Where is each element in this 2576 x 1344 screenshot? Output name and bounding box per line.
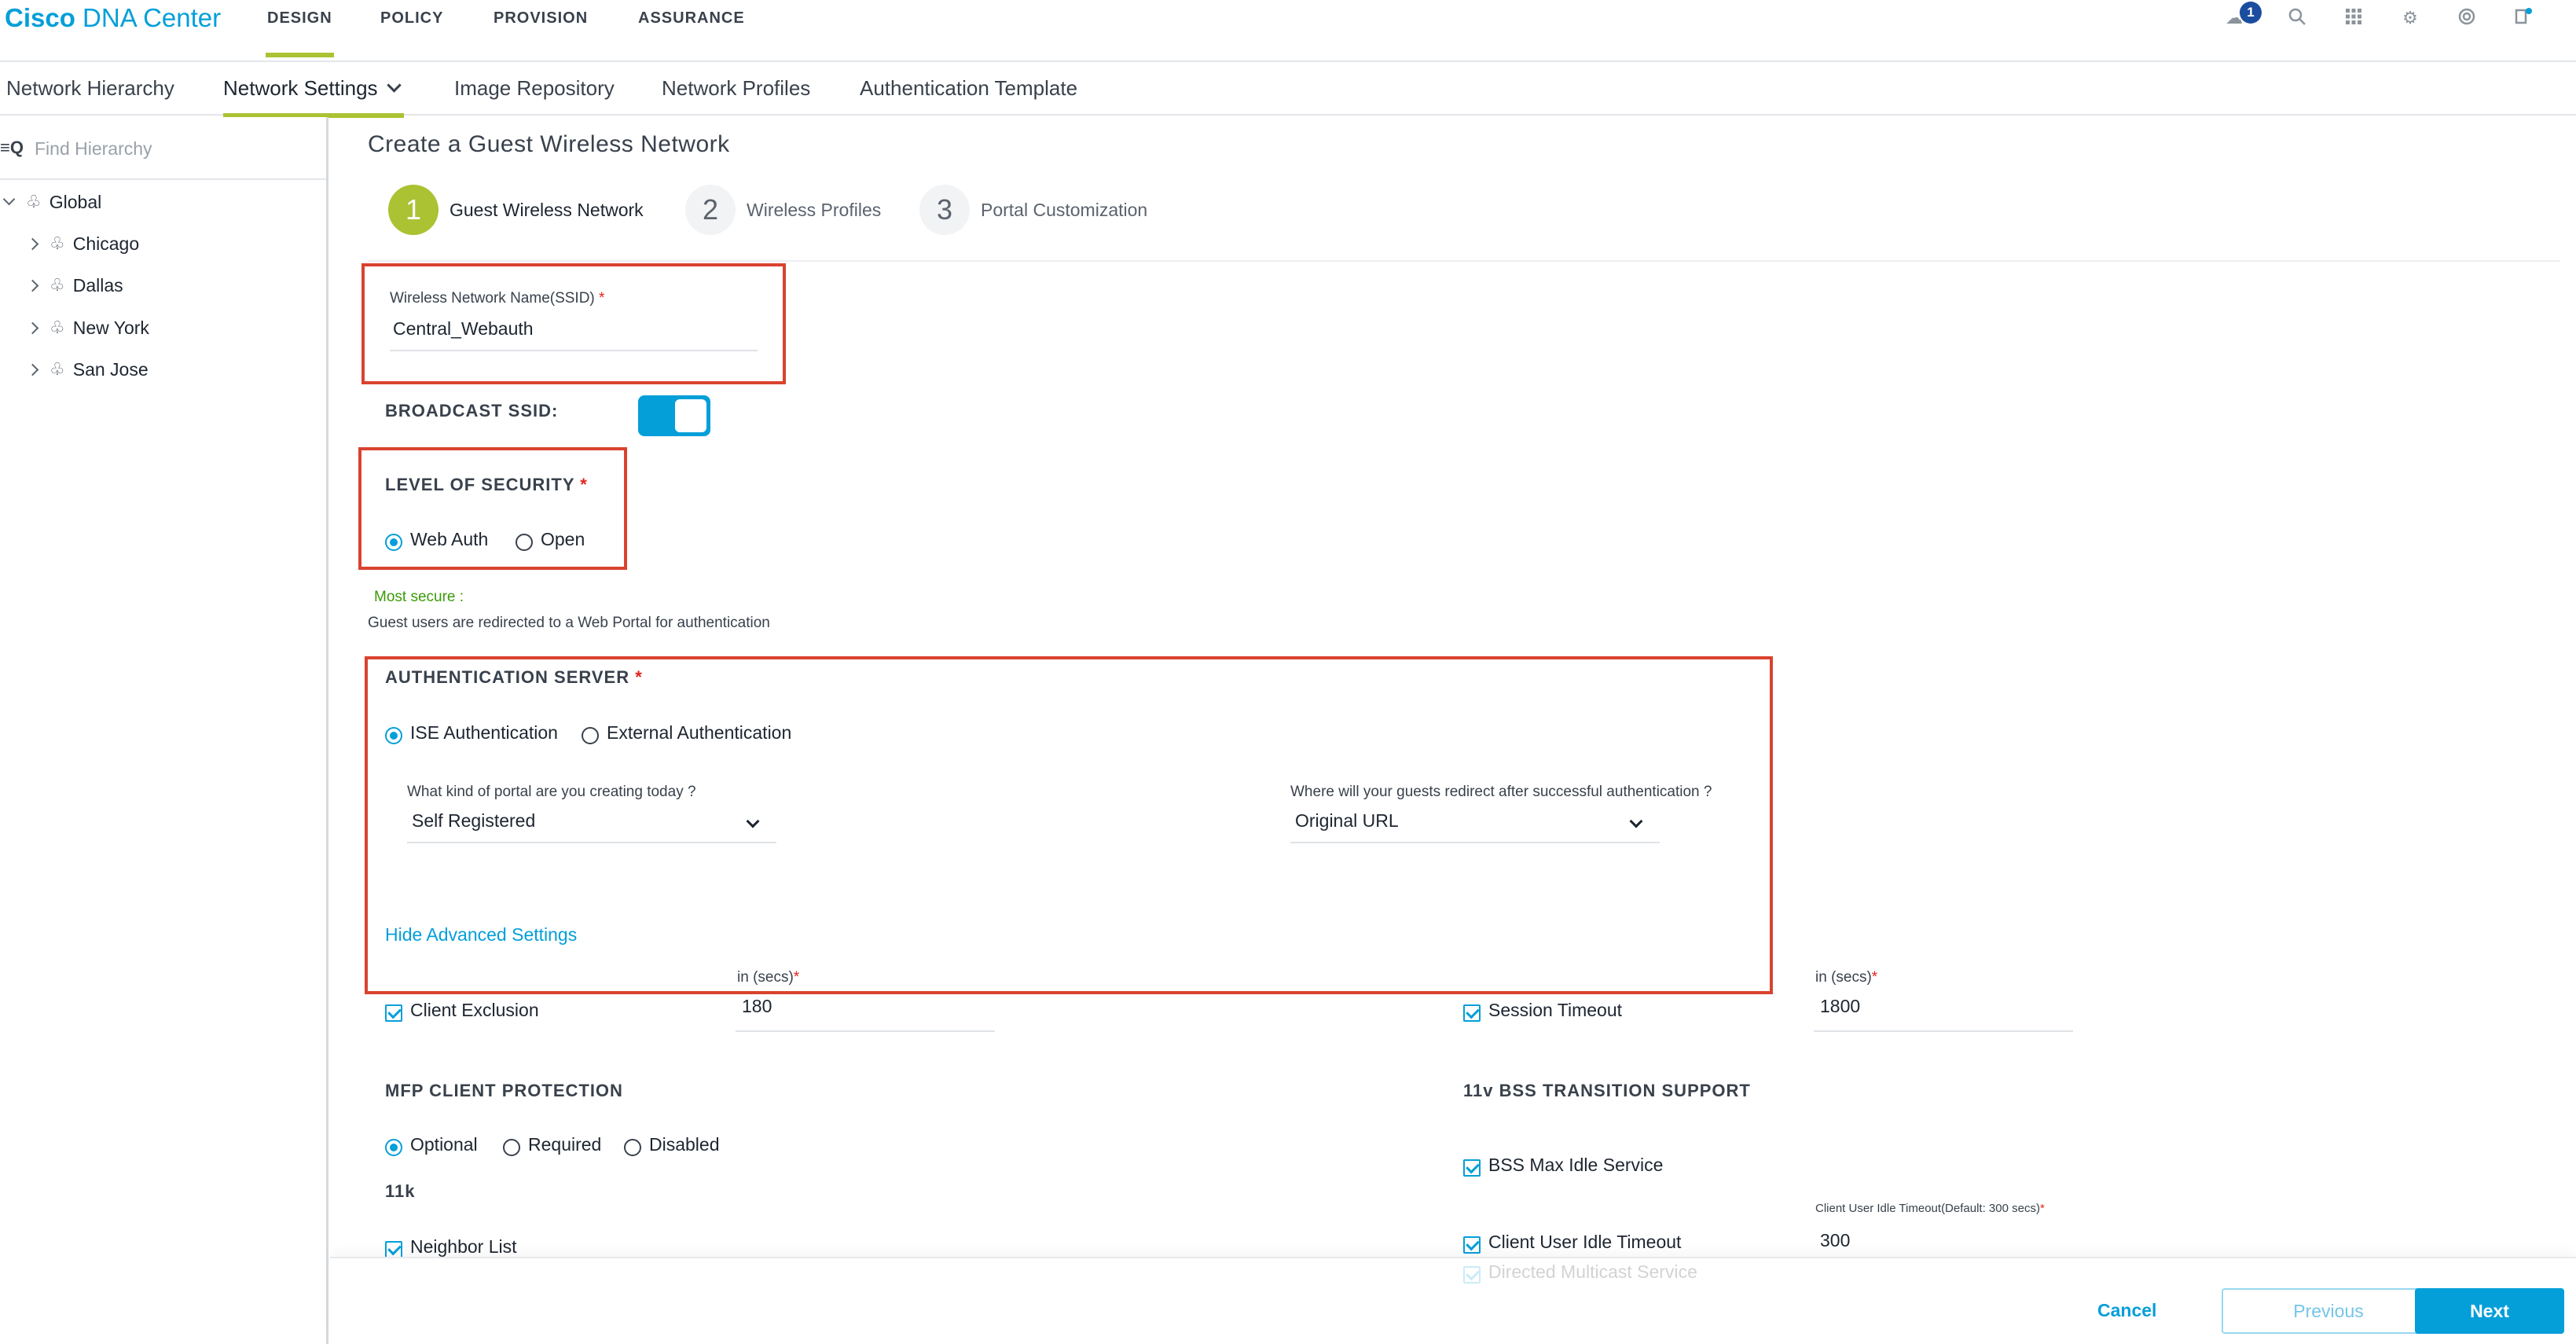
client-exclusion-underline <box>736 1030 995 1032</box>
search-icon[interactable] <box>2287 8 2307 28</box>
auth-server-heading: AUTHENTICATION SERVER * <box>385 667 643 687</box>
top-navigation: Cisco DNA Center DESIGN POLICY PROVISION… <box>0 0 2576 62</box>
ssid-underline <box>390 350 758 351</box>
tree-node-chicago[interactable]: ♧ Chicago <box>0 224 326 263</box>
broadcast-ssid-label: BROADCAST SSID: <box>385 401 559 420</box>
search-filter-icon: ≡Q <box>0 138 24 157</box>
design-subnav: Network Hierarchy Network Settings Image… <box>0 64 2576 118</box>
site-icon: ♧ <box>50 359 65 379</box>
security-heading: LEVEL OF SECURITY * <box>385 475 588 494</box>
find-hierarchy-input[interactable] <box>35 134 302 163</box>
help-lifebuoy-icon[interactable] <box>2457 8 2477 28</box>
previous-button[interactable]: Previous <box>2222 1288 2435 1334</box>
nav-provision[interactable]: PROVISION <box>494 9 588 28</box>
brand-logo[interactable]: Cisco DNA Center <box>5 3 221 33</box>
step-1[interactable]: 1 Guest Wireless Network <box>388 185 644 235</box>
required-marker: * <box>599 290 605 307</box>
ssid-label: Wireless Network Name(SSID) * <box>390 290 605 307</box>
chevron-right-icon[interactable] <box>26 237 39 250</box>
security-note-text: Guest users are redirected to a Web Port… <box>368 615 770 631</box>
tree-node-san-jose[interactable]: ♧ San Jose <box>0 350 326 389</box>
hide-advanced-settings-link[interactable]: Hide Advanced Settings <box>385 924 577 946</box>
client-exclusion-unit: in (secs)* <box>737 969 800 986</box>
site-icon: ♧ <box>26 192 42 211</box>
client-user-idle-checkbox[interactable]: Client User Idle Timeout <box>1463 1232 1681 1254</box>
main-content: Create a Guest Wireless Network 1 Guest … <box>330 117 2576 1257</box>
radio-mfp-required[interactable]: Required <box>503 1134 601 1156</box>
client-user-idle-input[interactable]: 300 <box>1820 1230 1850 1251</box>
nav-design[interactable]: DESIGN <box>266 9 334 57</box>
tab-image-repository[interactable]: Image Repository <box>454 76 615 101</box>
neighbor-list-checkbox[interactable]: Neighbor List <box>385 1236 517 1257</box>
broadcast-ssid-toggle[interactable] <box>638 395 710 436</box>
security-note-title: Most secure : <box>374 589 464 605</box>
toggle-knob <box>675 399 706 432</box>
session-timeout-checkbox[interactable]: Session Timeout <box>1463 1000 1622 1022</box>
radio-mfp-optional[interactable]: Optional <box>385 1134 478 1156</box>
nav-policy[interactable]: POLICY <box>380 9 443 28</box>
tree-node-global[interactable]: ♧ Global <box>0 182 326 222</box>
directed-multicast-checkbox[interactable]: Directed Multicast Service <box>1463 1261 1697 1283</box>
step-2[interactable]: 2 Wireless Profiles <box>685 185 881 235</box>
mfp-heading: MFP CLIENT PROTECTION <box>385 1081 623 1100</box>
tree-node-dallas[interactable]: ♧ Dallas <box>0 266 326 305</box>
bss-heading: 11v BSS TRANSITION SUPPORT <box>1463 1081 1751 1100</box>
cancel-button[interactable]: Cancel <box>2097 1300 2156 1321</box>
session-timeout-input[interactable]: 1800 <box>1820 996 1860 1017</box>
hierarchy-sidebar: ≡Q ♧ Global ♧ Chicago ♧ Dallas ♧ New Yor… <box>0 117 328 1344</box>
security-highlight-box <box>358 447 627 570</box>
site-icon: ♧ <box>50 318 65 337</box>
portal-type-label: What kind of portal are you creating tod… <box>407 784 696 800</box>
step-3[interactable]: 3 Portal Customization <box>919 185 1147 235</box>
site-icon: ♧ <box>50 233 65 253</box>
notification-badge: 1 <box>2240 2 2262 24</box>
tab-network-profiles[interactable]: Network Profiles <box>662 76 810 101</box>
hierarchy-search: ≡Q <box>0 117 326 180</box>
tab-network-settings[interactable]: Network Settings <box>223 76 404 118</box>
radio-open[interactable]: Open <box>516 529 585 551</box>
portal-type-underline <box>407 842 776 843</box>
bss-max-idle-checkbox[interactable]: BSS Max Idle Service <box>1463 1155 1663 1177</box>
chevron-down-icon[interactable] <box>2 193 16 205</box>
app-grid-icon[interactable] <box>2343 8 2364 28</box>
next-button[interactable]: Next <box>2415 1288 2564 1334</box>
tab-network-hierarchy[interactable]: Network Hierarchy <box>6 76 174 101</box>
client-user-idle-unit: Client User Idle Timeout(Default: 300 se… <box>1815 1202 2045 1215</box>
chevron-down-icon <box>386 78 402 93</box>
radio-ise-authentication[interactable]: ISE Authentication <box>385 722 558 744</box>
user-menu-icon[interactable] <box>2513 8 2534 28</box>
radio-mfp-disabled[interactable]: Disabled <box>624 1134 720 1156</box>
ssid-input[interactable]: Central_Webauth <box>393 318 534 340</box>
session-timeout-unit: in (secs)* <box>1815 969 1878 986</box>
client-exclusion-input[interactable]: 180 <box>742 996 772 1017</box>
redirect-underline <box>1290 842 1660 843</box>
site-icon: ♧ <box>50 275 65 295</box>
chevron-right-icon[interactable] <box>26 321 39 334</box>
redirect-select[interactable]: Original URL <box>1295 810 1399 832</box>
chevron-right-icon[interactable] <box>26 363 39 376</box>
wizard-footer: Directed Multicast Service Cancel Previo… <box>330 1257 2576 1344</box>
radio-web-auth[interactable]: Web Auth <box>385 529 488 551</box>
session-timeout-underline <box>1814 1030 2073 1032</box>
11k-heading: 11k <box>385 1181 416 1201</box>
chevron-right-icon[interactable] <box>26 279 39 292</box>
gear-icon[interactable]: ⚙ <box>2400 8 2420 28</box>
page-title: Create a Guest Wireless Network <box>368 131 730 157</box>
steps-divider <box>368 260 2560 262</box>
tab-authentication-template[interactable]: Authentication Template <box>860 76 1077 101</box>
nav-assurance[interactable]: ASSURANCE <box>638 9 745 28</box>
tree-node-new-york[interactable]: ♧ New York <box>0 308 326 347</box>
redirect-label: Where will your guests redirect after su… <box>1290 784 1712 800</box>
portal-type-select[interactable]: Self Registered <box>412 810 535 832</box>
client-exclusion-checkbox[interactable]: Client Exclusion <box>385 1000 539 1022</box>
radio-external-authentication[interactable]: External Authentication <box>582 722 791 744</box>
